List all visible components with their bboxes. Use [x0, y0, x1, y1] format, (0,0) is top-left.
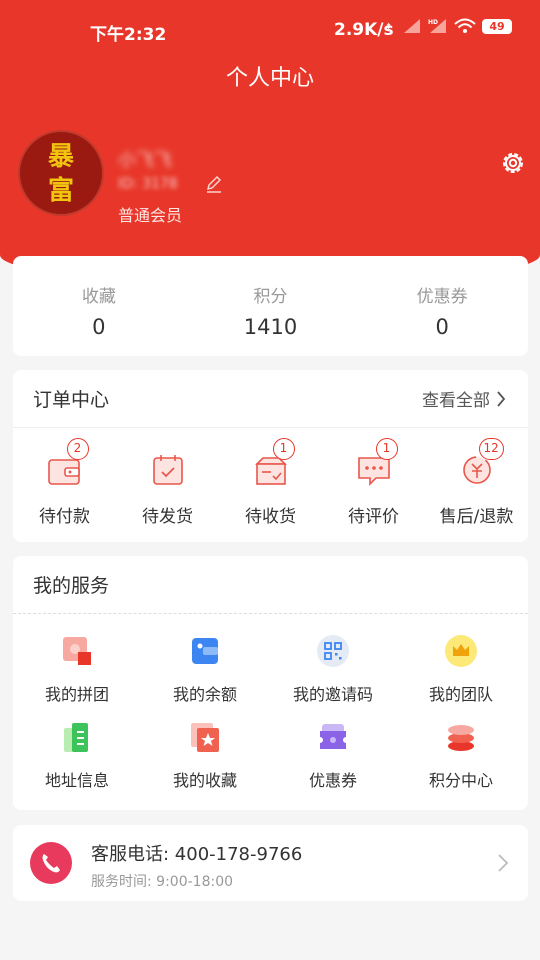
service-label: 我的团队	[428, 685, 493, 704]
hd-signal-icon: HD	[428, 19, 446, 33]
service-label: 优惠券	[308, 771, 357, 790]
order-badge: 1	[375, 438, 398, 460]
wifi-icon	[454, 18, 476, 33]
order-status-row: 2 待付款 待发货 1 待收货 1 待评价 12 售后/退款	[13, 428, 528, 527]
service-label: 积分中心	[428, 771, 493, 790]
signal-icon	[404, 19, 420, 33]
service-phone-label: 客服电话: 400-178-9766	[91, 844, 303, 865]
avatar[interactable]: 暴 富	[18, 130, 104, 216]
status-icons: HD 49	[386, 18, 512, 34]
battery-icon: 49	[482, 18, 512, 34]
services-grid: 我的拼团 我的余额 我的邀请码 我的团队 地址信息 我的收藏 优惠券 积分中心	[13, 614, 528, 806]
order-label: 待发货	[142, 507, 193, 527]
order-pending-receipt[interactable]: 1 待收货	[219, 438, 322, 527]
user-id: ID: 3178	[118, 176, 178, 192]
service-team[interactable]: 我的团队	[397, 634, 525, 720]
chevron-right-icon	[498, 854, 509, 872]
order-center-title: 订单中心	[33, 389, 110, 411]
my-services-card: 我的服务 我的拼团 我的余额 我的邀请码 我的团队 地址信息 我的收藏 优惠券 …	[13, 556, 528, 810]
order-badge: 1	[272, 438, 295, 460]
chevron-right-icon	[497, 390, 506, 407]
network-speed: 2.9K/s	[334, 20, 394, 40]
service-points-center[interactable]: 积分中心	[397, 720, 525, 806]
service-hours-label: 服务时间: 9:00-18:00	[91, 874, 234, 890]
wallet-card-icon	[192, 638, 218, 664]
service-favorites[interactable]: 我的收藏	[141, 720, 269, 806]
star-icon	[191, 723, 219, 752]
order-label: 待收货	[245, 507, 296, 527]
avatar-text-bottom: 富	[47, 176, 74, 206]
order-label: 售后/退款	[439, 507, 514, 527]
puzzle-icon	[63, 637, 91, 665]
service-coupons[interactable]: 优惠券	[269, 720, 397, 806]
coupon-icon	[320, 724, 346, 749]
service-label: 我的收藏	[172, 771, 237, 790]
customer-service-card[interactable]: 客服电话: 400-178-9766 服务时间: 9:00-18:00	[13, 825, 528, 901]
services-header: 我的服务	[13, 556, 528, 614]
stat-value: 0	[435, 315, 449, 339]
edit-icon[interactable]	[204, 174, 224, 194]
status-time: 下午2:32	[90, 25, 167, 45]
stat-value: 1410	[243, 315, 298, 339]
member-level: 普通会员	[118, 206, 183, 225]
order-label: 待付款	[39, 507, 90, 527]
order-label: 待评价	[348, 507, 399, 527]
crown-icon	[445, 635, 477, 667]
services-title: 我的服务	[33, 575, 110, 597]
stat-coupons[interactable]: 优惠券 0	[356, 256, 528, 356]
view-all-label: 查看全部	[422, 391, 490, 411]
stat-label: 收藏	[81, 287, 116, 307]
order-badge: 2	[66, 438, 89, 460]
stat-label: 积分	[253, 287, 288, 307]
username: 小飞飞	[118, 150, 172, 171]
service-label: 我的邀请码	[292, 685, 373, 704]
gear-icon[interactable]	[499, 149, 527, 177]
stat-value: 0	[92, 315, 106, 339]
stats-card: 收藏 0 积分 1410 优惠券 0	[13, 256, 528, 356]
order-after-sales[interactable]: 12 售后/退款	[425, 438, 528, 527]
coins-icon	[448, 725, 474, 751]
stat-points[interactable]: 积分 1410	[185, 256, 357, 356]
order-pending-review[interactable]: 1 待评价	[322, 438, 425, 527]
service-balance[interactable]: 我的余额	[141, 634, 269, 720]
phone-icon	[42, 854, 60, 873]
stat-favorites[interactable]: 收藏 0	[13, 256, 185, 356]
view-all-orders-link[interactable]: 查看全部	[422, 386, 506, 411]
svg-text:HD: HD	[428, 19, 438, 26]
service-invite-code[interactable]: 我的邀请码	[269, 634, 397, 720]
phone-icon-circle	[30, 842, 72, 884]
order-center-card: 订单中心 查看全部 2 待付款 待发货 1 待收货 1 待评价 12 售后/退款	[13, 370, 528, 542]
order-pending-payment[interactable]: 2 待付款	[13, 438, 116, 527]
service-group-buy[interactable]: 我的拼团	[13, 634, 141, 720]
service-label: 我的拼团	[44, 685, 109, 704]
status-bar: 下午2:32 2.9K/s HD 49	[0, 0, 540, 62]
order-badge: 12	[478, 438, 504, 460]
stat-label: 优惠券	[416, 287, 468, 307]
service-label: 我的余额	[172, 685, 237, 704]
page-title: 个人中心	[225, 66, 314, 91]
bluetooth-icon	[386, 22, 391, 30]
service-label: 地址信息	[44, 771, 109, 790]
qrcode-icon	[317, 635, 349, 667]
service-address[interactable]: 地址信息	[13, 720, 141, 806]
order-center-header: 订单中心 查看全部	[13, 370, 528, 428]
avatar-text-top: 暴	[47, 142, 74, 172]
order-pending-shipment[interactable]: 待发货	[116, 444, 219, 527]
address-book-icon	[64, 723, 88, 752]
calendar-check-icon	[152, 455, 183, 485]
